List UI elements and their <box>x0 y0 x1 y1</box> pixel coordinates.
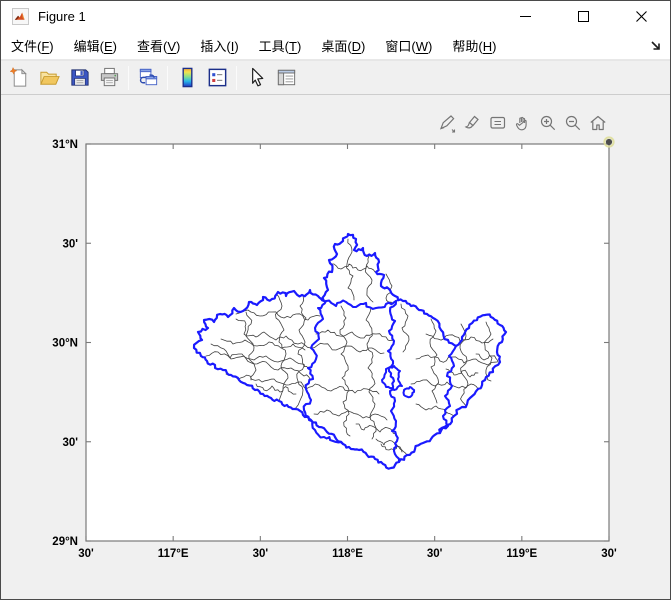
y-tick-label: 30°N <box>52 338 78 350</box>
menu-item-insert[interactable]: 插入(I) <box>190 32 248 59</box>
property-inspector-icon <box>275 66 298 89</box>
zoom-out-mode-button[interactable] <box>562 112 583 133</box>
x-tick-label: 119°E <box>506 548 537 560</box>
link-plot-icon <box>137 66 160 89</box>
insert-legend-button[interactable] <box>203 64 231 92</box>
save-figure-button[interactable] <box>65 64 93 92</box>
menu-item-help[interactable]: 帮助(H) <box>442 32 506 59</box>
menu-item-desktop[interactable]: 桌面(D) <box>311 32 375 59</box>
edit-plot-icon <box>245 66 268 89</box>
edit-plot-button[interactable] <box>242 64 270 92</box>
axes-toolbar <box>437 112 608 133</box>
new-figure-icon <box>8 66 31 89</box>
toolbar-separator <box>236 66 237 90</box>
window-controls <box>496 1 670 32</box>
x-tick-label: 30' <box>253 548 269 560</box>
menu-item-window[interactable]: 窗口(W) <box>375 32 442 59</box>
map-axes[interactable]: 30' 117°E 30' 118°E 30' 119°E 30' 31°N 30' 30°N 30… <box>1 95 671 600</box>
x-tick-label: 117°E <box>158 548 189 560</box>
figure-canvas: 30' 117°E 30' 118°E 30' 119°E 30' 31°N 30' 30°N 30… <box>1 95 671 600</box>
pan-mode-button[interactable] <box>512 112 533 133</box>
y-tick-label: 29°N <box>52 536 78 548</box>
export-mode-button[interactable] <box>437 112 458 133</box>
datatips-mode-button[interactable] <box>487 112 508 133</box>
insert-legend-icon <box>206 66 229 89</box>
figure-window: Figure 1 文件(F)编辑(E)查看(V)插入(I)工具(T)桌面(D)窗… <box>0 0 671 600</box>
link-plot-button[interactable] <box>134 64 162 92</box>
property-inspector-button[interactable] <box>272 64 300 92</box>
menu-item-view[interactable]: 查看(V) <box>127 32 190 59</box>
menubar: 文件(F)编辑(E)查看(V)插入(I)工具(T)桌面(D)窗口(W)帮助(H) <box>1 32 670 60</box>
minimize-button[interactable] <box>496 1 554 32</box>
toolbar-separator <box>167 66 168 90</box>
x-tick-label: 30' <box>601 548 617 560</box>
matlab-logo-icon <box>12 8 29 25</box>
menu-item-tools[interactable]: 工具(T) <box>249 32 312 59</box>
close-button[interactable] <box>612 1 670 32</box>
figure-toolbar <box>1 60 670 95</box>
x-tick-label: 30' <box>78 548 94 560</box>
y-tick-label: 30' <box>62 437 78 449</box>
titlebar: Figure 1 <box>1 1 670 32</box>
dock-figure-icon[interactable] <box>648 38 664 54</box>
open-file-button[interactable] <box>35 64 63 92</box>
x-tick-label: 30' <box>427 548 443 560</box>
menu-item-file[interactable]: 文件(F) <box>1 32 64 59</box>
restore-view-mode-button[interactable] <box>587 112 608 133</box>
brush-mode-button[interactable] <box>462 112 483 133</box>
y-tick-label: 31°N <box>52 139 78 151</box>
maximize-button[interactable] <box>554 1 612 32</box>
insert-colorbar-button[interactable] <box>173 64 201 92</box>
y-tick-label: 30' <box>62 238 78 250</box>
print-figure-button[interactable] <box>95 64 123 92</box>
zoom-in-mode-button[interactable] <box>537 112 558 133</box>
open-file-icon <box>38 66 61 89</box>
toolbar-separator <box>128 66 129 90</box>
axes-box <box>86 144 609 541</box>
save-figure-icon <box>68 66 91 89</box>
insert-colorbar-icon <box>176 66 199 89</box>
print-figure-icon <box>98 66 121 89</box>
window-title: Figure 1 <box>38 9 86 24</box>
menu-item-edit[interactable]: 编辑(E) <box>64 32 127 59</box>
x-tick-label: 118°E <box>332 548 363 560</box>
new-figure-button[interactable] <box>5 64 33 92</box>
corner-marker-dot <box>606 139 612 145</box>
